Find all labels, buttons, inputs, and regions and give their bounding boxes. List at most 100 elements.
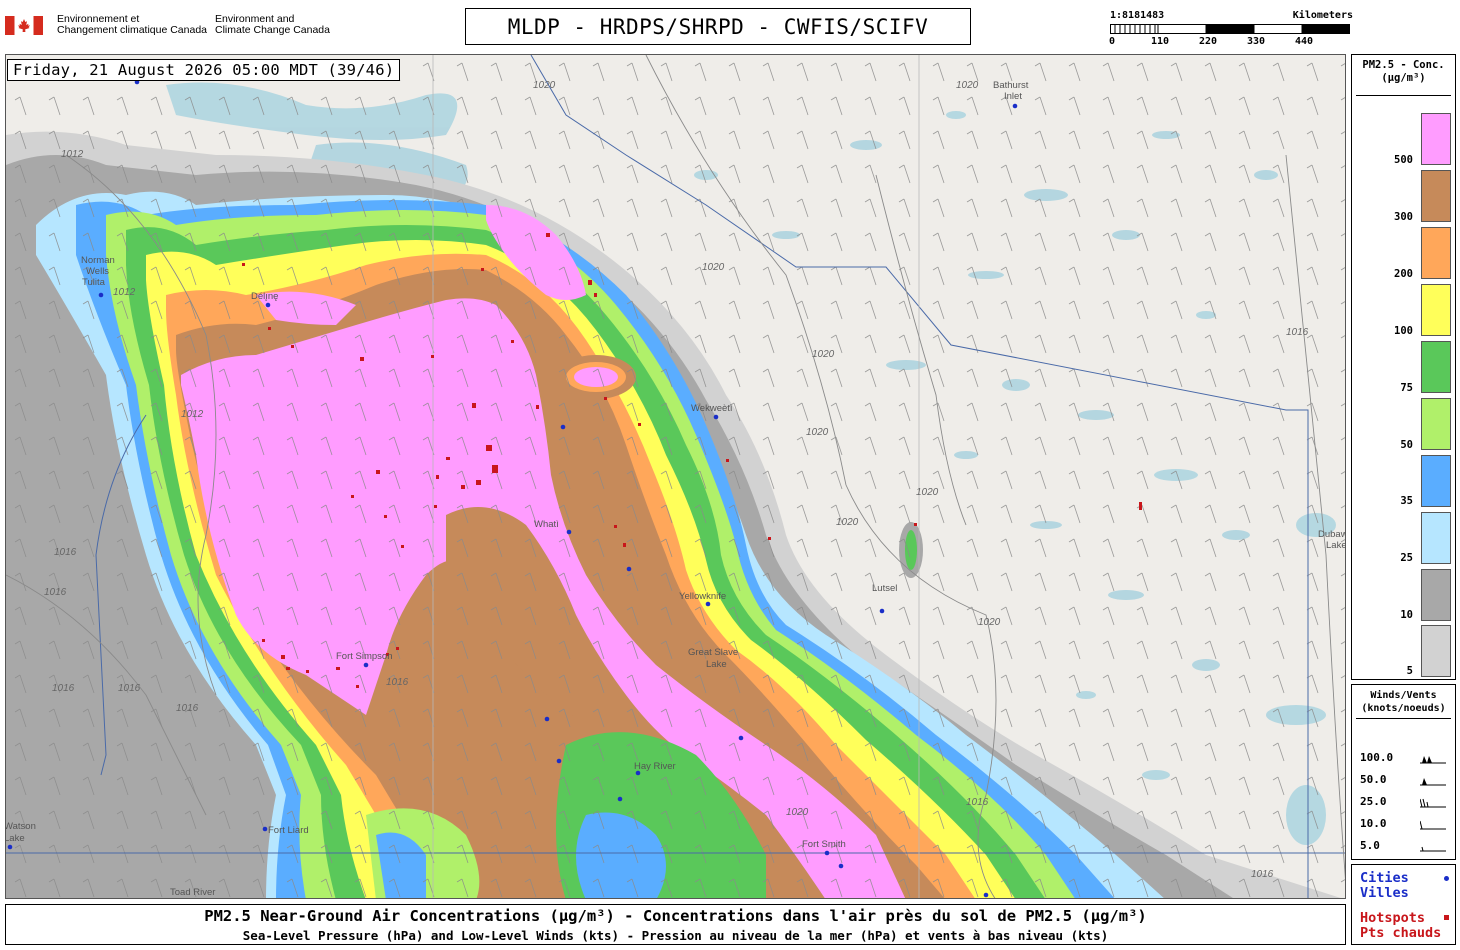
legend-level-label: 200 (1394, 268, 1413, 280)
legend-swatch (1421, 284, 1451, 336)
legend-swatch (1421, 455, 1451, 507)
isobar-label: 1020 (786, 807, 809, 818)
place-label: Lake (706, 659, 727, 670)
legend-level-label: 75 (1400, 382, 1413, 394)
legend-swatch (1421, 512, 1451, 564)
scale-tick: 110 (1150, 36, 1170, 47)
place-label: Hay River (634, 761, 676, 772)
place-label: Tulita (82, 277, 106, 288)
place-label: Great Slave (688, 647, 738, 658)
wind-legend-row: 50.0 (1360, 773, 1450, 789)
map-caption: PM2.5 Near-Ground Air Concentrations (µg… (5, 904, 1346, 945)
isobar-label: 1012 (181, 409, 204, 420)
smoke-forecast-page: Environnement et Changement climatique C… (0, 0, 1460, 950)
isobar-label: 1016 (386, 677, 409, 688)
place-label: Délı̨nę (251, 291, 278, 302)
legend-divider (1356, 718, 1451, 719)
isobar-label: 1020 (956, 80, 979, 91)
isobar-label: 1020 (836, 517, 859, 528)
isobar-label: 1020 (702, 262, 725, 273)
isobar-label: 1016 (44, 587, 67, 598)
government-wordmark: Environnement et Changement climatique C… (5, 12, 345, 42)
place-label: Fort Liard (268, 825, 309, 836)
legend-swatch (1421, 398, 1451, 450)
scale-bar: 1:8181483 Kilometers 0 110 220 330 440 (1108, 10, 1353, 50)
isobar-label: 1016 (1251, 869, 1274, 880)
hotspot-square-icon (1444, 915, 1449, 920)
place-label: Fort Smith (802, 839, 846, 850)
isobar-label: 1020 (533, 80, 556, 91)
scale-tick: 330 (1246, 36, 1266, 47)
legend-level-label: 5 (1406, 665, 1413, 677)
scale-tick: 0 (1108, 36, 1116, 47)
place-label: Watson (6, 821, 36, 832)
wind-legend-row: 25.0 (1360, 795, 1450, 811)
isobar-label: 1016 (52, 683, 75, 694)
isobar-label: 1012 (113, 287, 136, 298)
wind-legend-title: Winds/Vents (knots/noeuds) (1361, 690, 1446, 714)
wind-barb-25-icon (1420, 798, 1446, 808)
model-title: MLDP - HRDPS/SHRPD - CWFIS/SCIFV (465, 8, 971, 45)
wind-speed-label: 50.0 (1360, 773, 1387, 786)
wind-legend-row: 5.0 (1360, 839, 1450, 855)
wind-speed-label: 10.0 (1360, 817, 1387, 830)
place-label: Whatì (534, 519, 559, 530)
place-label: Norman (81, 255, 115, 266)
scale-units: Kilometers (1292, 10, 1353, 21)
isobar-label: 1016 (118, 683, 141, 694)
place-label: Lake (1326, 540, 1346, 551)
city-dot-icon (1444, 876, 1449, 881)
legend-level-label: 300 (1394, 211, 1413, 223)
isobar-label: 1016 (54, 547, 77, 558)
scale-track (1110, 24, 1350, 34)
wind-legend-row: 10.0 (1360, 817, 1450, 833)
wind-legend: Winds/Vents (knots/noeuds) 100.0 50.0 25… (1351, 684, 1456, 860)
legend-swatch (1421, 227, 1451, 279)
scale-ticks: 0 110 220 330 440 (1108, 36, 1350, 48)
place-label: Inlet (1004, 91, 1022, 102)
isobar-label: 1016 (1286, 327, 1309, 338)
legend-divider (1356, 95, 1451, 96)
isobar-label: 1016 (966, 797, 989, 808)
isobar-label: 1020 (978, 617, 1001, 628)
wind-barbs (6, 55, 1345, 898)
isobar-label: 1020 (812, 349, 835, 360)
legend-swatch (1421, 170, 1451, 222)
legend-level-label: 500 (1394, 154, 1413, 166)
scale-tick: 220 (1198, 36, 1218, 47)
wind-barb-10-icon (1420, 820, 1446, 830)
wind-barb-5-icon (1420, 846, 1446, 852)
forecast-map[interactable]: 1012 1012 1012 1016 1016 1016 1016 1016 … (5, 54, 1346, 899)
place-label: Dubawnt (1318, 529, 1346, 540)
isobar-label: 1016 (176, 703, 199, 714)
place-label: Fort Simpson (336, 651, 393, 662)
place-label: Lake (6, 833, 25, 844)
isobar-label: 1020 (806, 427, 829, 438)
isobar-label: 1012 (61, 149, 84, 160)
legend-swatch (1421, 113, 1451, 165)
legend-level-label: 50 (1400, 439, 1413, 451)
legend-level-label: 10 (1400, 609, 1413, 621)
government-name-en: Environment and Climate Change Canada (215, 13, 330, 36)
scale-tick: 440 (1294, 36, 1314, 47)
place-label: Wells (86, 266, 109, 277)
wind-speed-label: 25.0 (1360, 795, 1387, 808)
legend-swatch (1421, 569, 1451, 621)
place-label: Wekweètì (691, 403, 733, 414)
forecast-datetime: Friday, 21 August 2026 05:00 MDT (39/46) (7, 59, 401, 81)
hotspots-label-fr: Pts chauds (1360, 925, 1442, 941)
legend-swatch (1421, 341, 1451, 393)
isobar-label: 1020 (916, 487, 939, 498)
cities-label-fr: Villes (1360, 885, 1409, 901)
place-label: Bathurst (993, 80, 1029, 91)
legend-level-label: 35 (1400, 495, 1413, 507)
government-name-fr: Environnement et Changement climatique C… (57, 13, 208, 36)
place-label: Yellowknife (679, 591, 726, 602)
legend-level-label: 100 (1394, 325, 1413, 337)
pm25-legend: PM2.5 - Conc. (µg/m³) 500 300 200 100 75… (1351, 54, 1456, 680)
points-legend: Cities Villes Hotspots Pts chauds (1351, 864, 1456, 945)
legend-level-label: 25 (1400, 552, 1413, 564)
caption-line-1: PM2.5 Near-Ground Air Concentrations (µg… (204, 907, 1147, 925)
legend-swatch (1421, 625, 1451, 677)
caption-line-2: Sea-Level Pressure (hPa) and Low-Level W… (242, 928, 1109, 943)
